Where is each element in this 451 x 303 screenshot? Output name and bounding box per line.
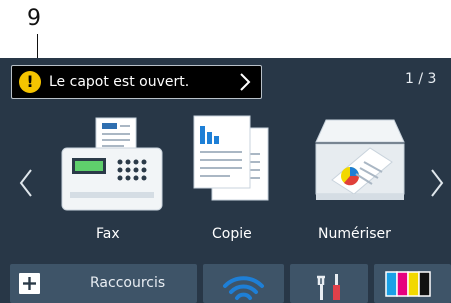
bottom-button-bar: Raccourcis — [0, 258, 451, 303]
wifi-button[interactable] — [203, 264, 284, 303]
callout-number: 9 — [27, 6, 41, 31]
scan-label: Numériser — [318, 226, 391, 242]
chevron-right-icon — [240, 73, 251, 91]
next-page-arrow-icon[interactable] — [429, 168, 445, 198]
touchscreen: ! Le capot est ouvert. 1 / 3 Fax Copie N… — [0, 58, 451, 303]
plus-icon — [19, 273, 40, 294]
warning-icon: ! — [19, 71, 41, 93]
shortcuts-label: Raccourcis — [90, 275, 166, 291]
status-message-text: Le capot est ouvert. — [49, 74, 190, 90]
copy-icon[interactable] — [190, 114, 274, 214]
wifi-icon — [223, 276, 264, 300]
previous-page-arrow-icon[interactable] — [18, 168, 34, 198]
scan-icon[interactable] — [312, 114, 408, 214]
shortcuts-button[interactable]: Raccourcis — [10, 264, 197, 303]
toner-icon — [385, 271, 431, 297]
settings-button[interactable] — [290, 264, 368, 303]
toner-button[interactable] — [374, 264, 451, 303]
status-message-bar[interactable]: ! Le capot est ouvert. — [11, 65, 262, 99]
page-indicator: 1 / 3 — [405, 71, 437, 87]
copy-label: Copie — [212, 226, 252, 242]
fax-label: Fax — [96, 226, 120, 242]
tools-icon — [317, 274, 340, 300]
fax-icon[interactable] — [60, 114, 164, 214]
